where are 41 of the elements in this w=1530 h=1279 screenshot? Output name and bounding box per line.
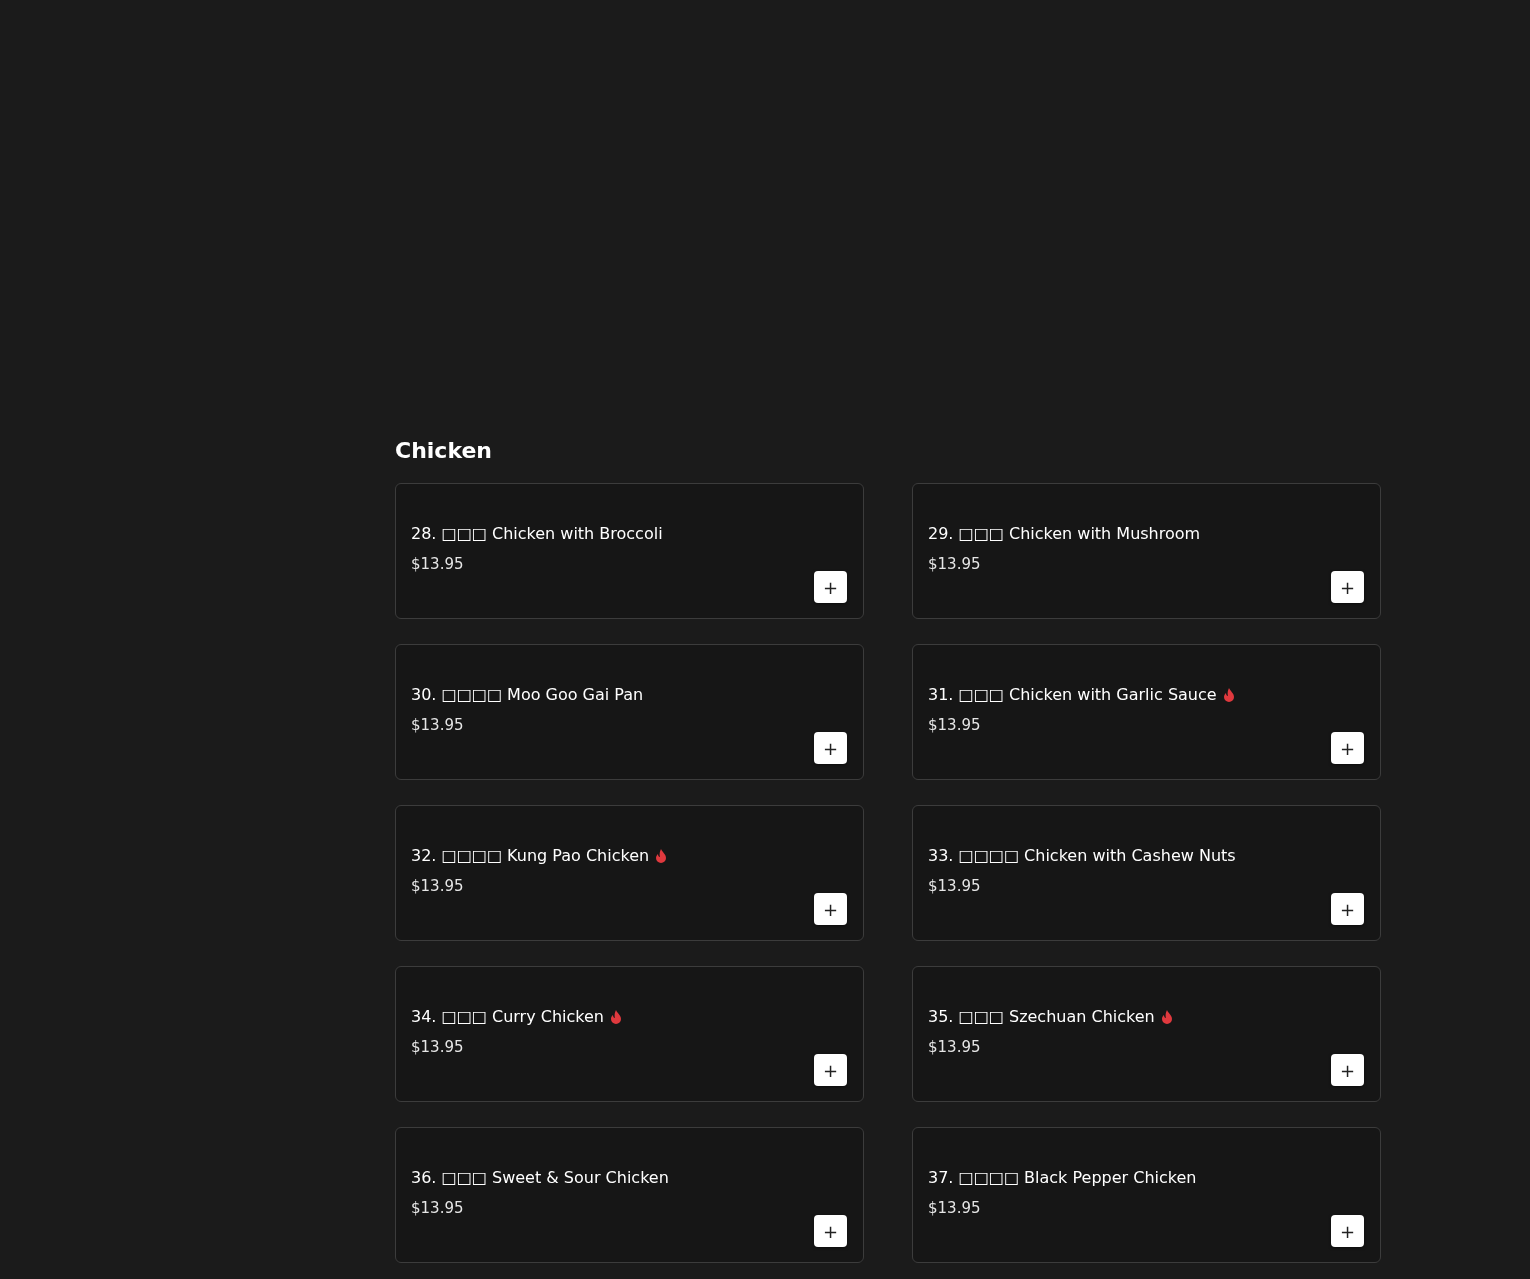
item-price: $13.95 xyxy=(928,1038,982,1056)
item-price: $13.95 xyxy=(411,555,465,573)
item-price: $13.95 xyxy=(928,555,982,573)
add-button[interactable]: + xyxy=(814,1215,847,1247)
add-button[interactable]: + xyxy=(814,571,847,603)
item-name: 34. □□□ Curry Chicken xyxy=(411,1007,604,1026)
item-price: $13.95 xyxy=(411,1038,465,1056)
item-name: 35. □□□ Szechuan Chicken xyxy=(928,1007,1155,1026)
item-price: $13.95 xyxy=(411,716,465,734)
item-name: 29. □□□ Chicken with Mushroom xyxy=(928,524,1201,543)
add-button[interactable]: + xyxy=(814,1054,847,1086)
item-price: $13.95 xyxy=(411,877,465,895)
item-price: $13.95 xyxy=(928,877,982,895)
add-button[interactable]: + xyxy=(1331,571,1364,603)
item-price: $13.95 xyxy=(928,1199,982,1217)
item-price: $13.95 xyxy=(928,716,982,734)
add-button[interactable]: + xyxy=(1331,1215,1364,1247)
item-name: 28. □□□ Chicken with Broccoli xyxy=(411,524,663,543)
menu-item-card[interactable]: 28. □□□ Chicken with Broccoli $13.95 + xyxy=(395,483,864,619)
item-name: 32. □□□□ Kung Pao Chicken xyxy=(411,846,650,865)
item-price: $13.95 xyxy=(411,1199,465,1217)
item-name: 31. □□□ Chicken with Garlic Sauce xyxy=(928,685,1217,704)
add-button[interactable]: + xyxy=(1331,893,1364,925)
item-name: 33. □□□□ Chicken with Cashew Nuts xyxy=(928,846,1236,865)
add-button[interactable]: + xyxy=(1331,732,1364,764)
menu-item-card[interactable]: 37. □□□□ Black Pepper Chicken $13.95 + xyxy=(912,1127,1381,1263)
menu-item-card[interactable]: 30. □□□□ Moo Goo Gai Pan $13.95 + xyxy=(395,644,864,780)
menu-item-card[interactable]: 33. □□□□ Chicken with Cashew Nuts $13.95 + xyxy=(912,805,1381,941)
add-button[interactable]: + xyxy=(814,732,847,764)
menu-item-card[interactable]: 34. □□□ Curry Chicken $13.95 + xyxy=(395,966,864,1102)
add-button[interactable]: + xyxy=(1331,1054,1364,1086)
item-name: 30. □□□□ Moo Goo Gai Pan xyxy=(411,685,644,704)
section-title: Chicken xyxy=(395,438,492,463)
menu-item-card[interactable]: 35. □□□ Szechuan Chicken $13.95 + xyxy=(912,966,1381,1102)
menu-item-card[interactable]: 32. □□□□ Kung Pao Chicken $13.95 + xyxy=(395,805,864,941)
menu-item-card[interactable]: 31. □□□ Chicken with Garlic Sauce $13.95 + xyxy=(912,644,1381,780)
item-name: 37. □□□□ Black Pepper Chicken xyxy=(928,1168,1197,1187)
item-name: 36. □□□ Sweet & Sour Chicken xyxy=(411,1168,669,1187)
menu-item-card[interactable]: 29. □□□ Chicken with Mushroom $13.95 + xyxy=(912,483,1381,619)
menu-item-card[interactable]: 36. □□□ Sweet & Sour Chicken $13.95 + xyxy=(395,1127,864,1263)
add-button[interactable]: + xyxy=(814,893,847,925)
